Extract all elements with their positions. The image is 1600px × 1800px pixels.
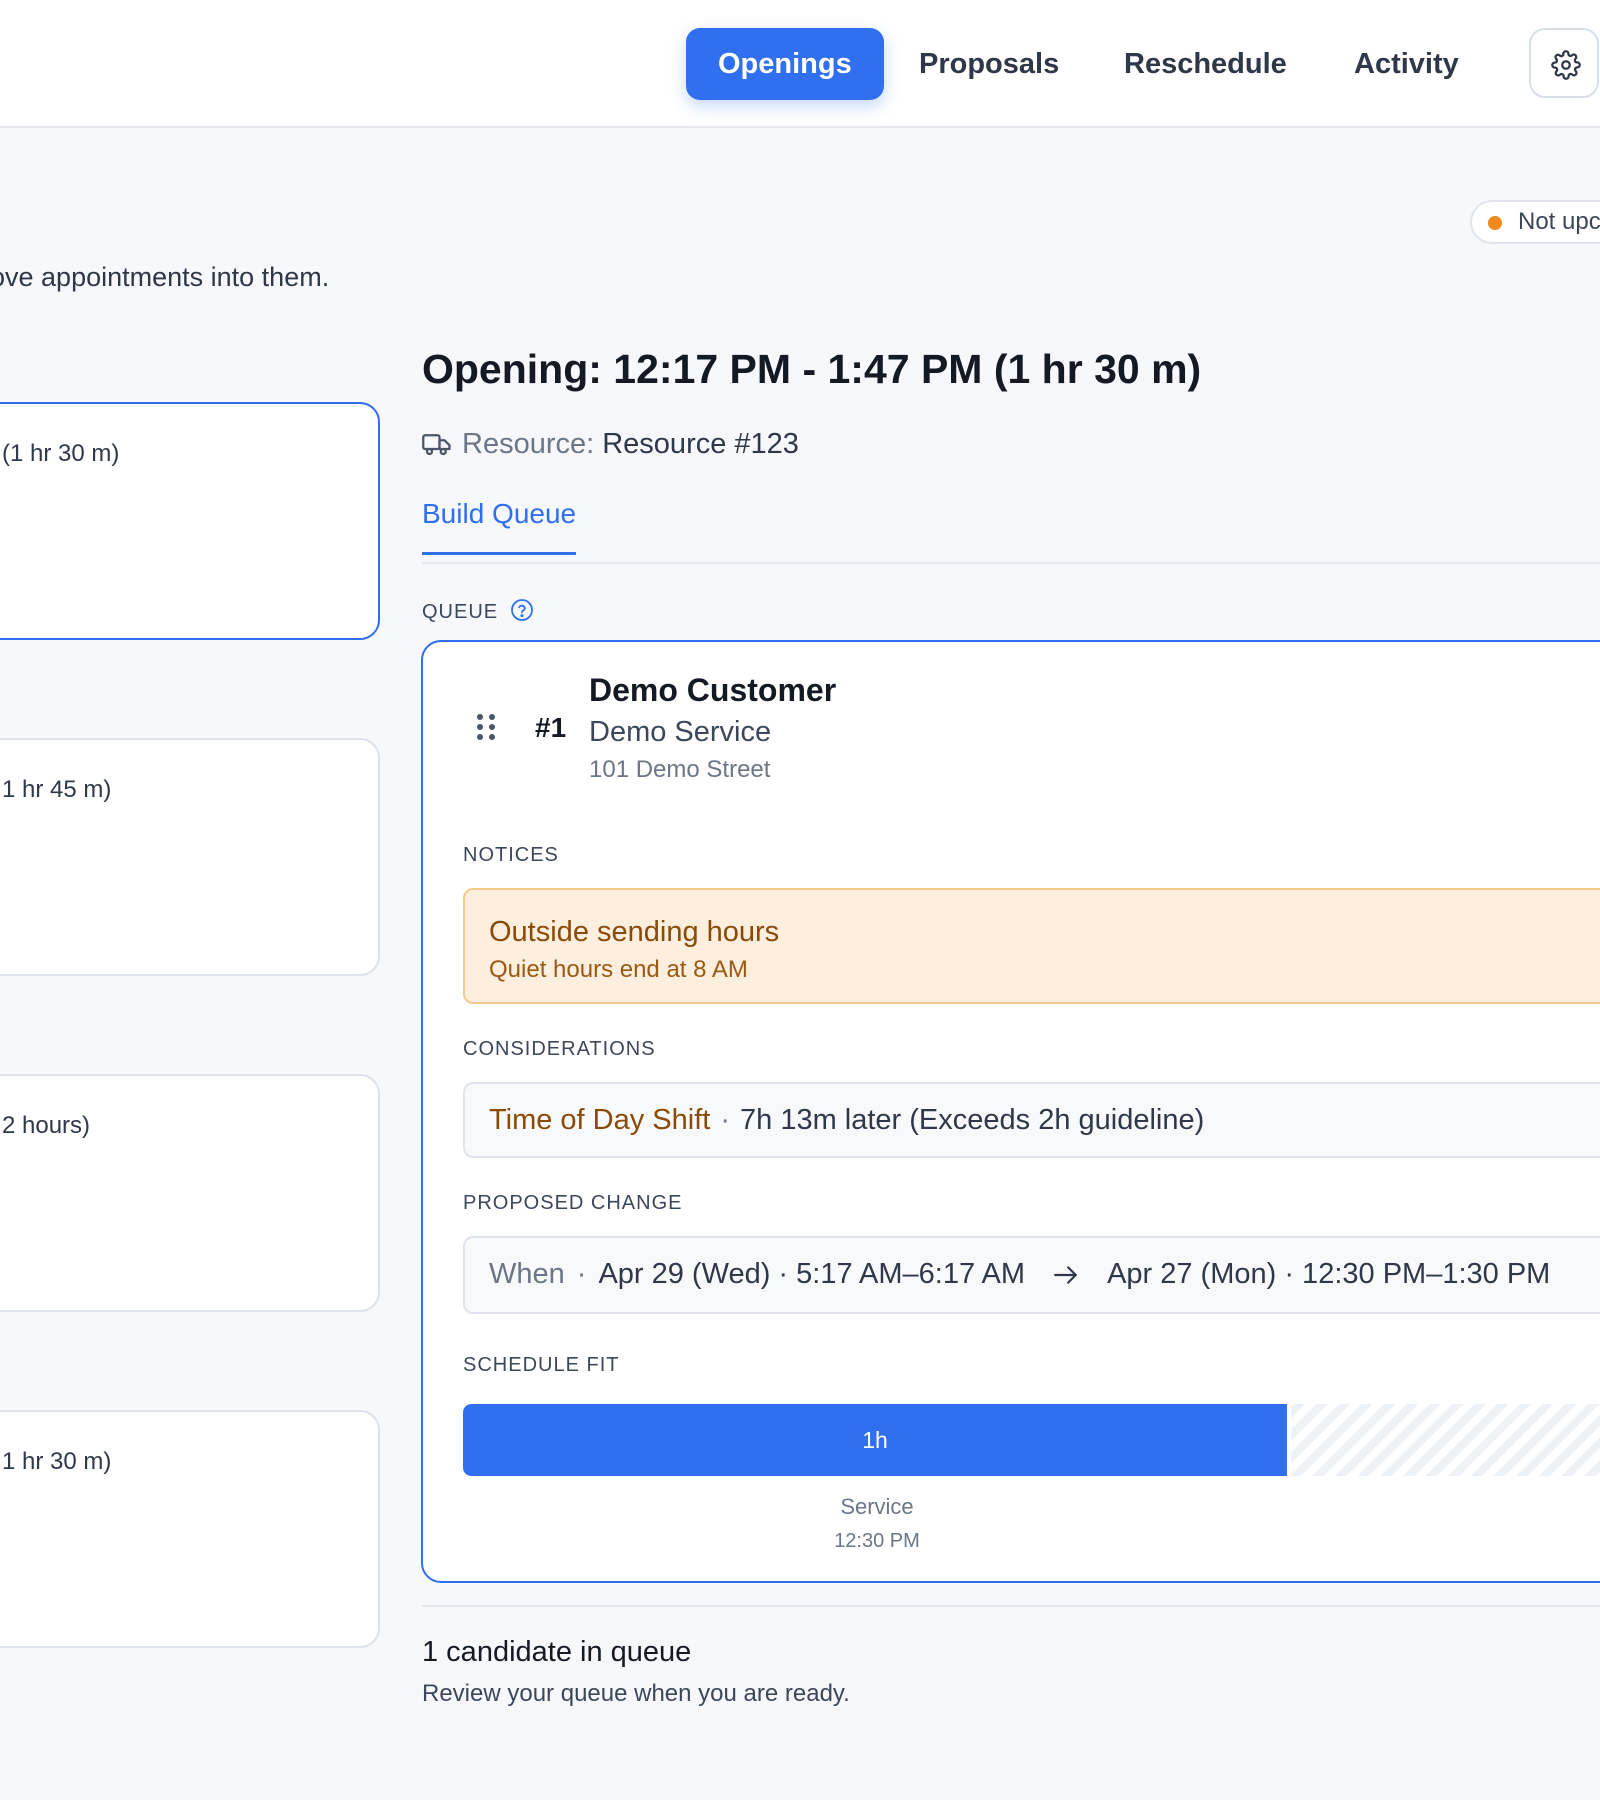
schedule-fit-bar: 1h [463, 1404, 1291, 1476]
gear-icon [1551, 50, 1581, 80]
service-name: Demo Service [589, 716, 772, 748]
schedule-fit-caption: Service 12:30 PM [777, 1494, 977, 1553]
queue-hint: Review your queue when you are ready. [422, 1680, 850, 1707]
notice-title: Outside sending hours [489, 916, 780, 948]
queue-label: QUEUE [422, 601, 499, 623]
opening-duration: 1 hr 45 m) [2, 776, 112, 803]
consideration-type: Time of Day Shift [489, 1104, 711, 1136]
considerations-label: CONSIDERATIONS [463, 1038, 656, 1060]
schedule-fit-label: SCHEDULE FIT [463, 1354, 620, 1376]
queue-section-label: QUEUE [422, 598, 534, 624]
change-to-time: Apr 27 (Mon) · 12:30 PM–1:30 PM [1107, 1258, 1551, 1290]
opening-duration: 1 hr 30 m) [2, 1448, 112, 1475]
queue-item-card: #1 Demo Customer Demo Service 101 Demo S… [421, 640, 1600, 1583]
tab-activity[interactable]: Activity [1322, 28, 1491, 100]
consideration-detail: 7h 13m later (Exceeds 2h guideline) [740, 1104, 1205, 1136]
notice-warning: Outside sending hours Quiet hours end at… [463, 888, 1600, 1004]
change-when-label: When [489, 1258, 565, 1290]
sync-status-badge: Not upc [1470, 200, 1600, 244]
customer-address: 101 Demo Street [589, 756, 771, 783]
arrow-right-icon [1054, 1266, 1077, 1284]
opening-card[interactable]: 1 hr 45 m) [0, 738, 380, 976]
truck-icon [422, 434, 451, 456]
change-from-time: Apr 29 (Wed) · 5:17 AM–6:17 AM [598, 1258, 1026, 1290]
opening-card[interactable]: 2 hours) [0, 1074, 380, 1312]
fit-caption-service: Service [840, 1494, 914, 1519]
divider [422, 1605, 1600, 1607]
status-text: Not upc [1518, 208, 1600, 235]
tab-openings[interactable]: Openings [686, 28, 884, 100]
separator-dot: · [720, 1104, 730, 1136]
opening-duration: (1 hr 30 m) [2, 440, 120, 467]
tab-build-queue[interactable]: Build Queue [422, 498, 577, 555]
opening-duration: 2 hours) [2, 1112, 91, 1139]
detail-subtabs: Build Queue [422, 496, 1600, 564]
status-dot-icon [1488, 216, 1502, 230]
schedule-fit-track: 1h [463, 1404, 1600, 1476]
top-nav-bar: Openings Proposals Reschedule Activity [0, 0, 1600, 128]
proposed-change-label: PROPOSED CHANGE [463, 1192, 683, 1214]
page-description: ove appointments into them. [0, 262, 330, 292]
resource-label: Resource: [462, 428, 595, 460]
queue-count: 1 candidate in queue [422, 1636, 692, 1668]
separator-dot: · [576, 1258, 587, 1290]
resource-value: Resource #123 [602, 428, 799, 460]
tab-reschedule[interactable]: Reschedule [1092, 28, 1319, 100]
settings-button[interactable] [1529, 28, 1599, 98]
opening-card[interactable]: (1 hr 30 m) [0, 402, 380, 640]
notice-detail: Quiet hours end at 8 AM [489, 956, 748, 983]
opening-title: Opening: 12:17 PM - 1:47 PM (1 hr 30 m) [422, 346, 1202, 392]
tab-proposals[interactable]: Proposals [887, 28, 1091, 100]
fit-caption-time: 12:30 PM [834, 1530, 920, 1552]
proposed-change-row: When · Apr 29 (Wed) · 5:17 AM–6:17 AM Apr … [463, 1236, 1600, 1314]
notices-label: NOTICES [463, 844, 559, 866]
queue-rank: #1 [535, 712, 567, 743]
drag-handle-icon[interactable] [477, 714, 495, 740]
consideration-row: Time of Day Shift · 7h 13m later (Exceeds … [463, 1082, 1600, 1158]
customer-name: Demo Customer [589, 672, 837, 708]
opening-card[interactable]: 1 hr 30 m) [0, 1410, 380, 1648]
resource-line: Resource: Resource #123 [422, 428, 799, 461]
question-icon[interactable] [510, 598, 534, 622]
